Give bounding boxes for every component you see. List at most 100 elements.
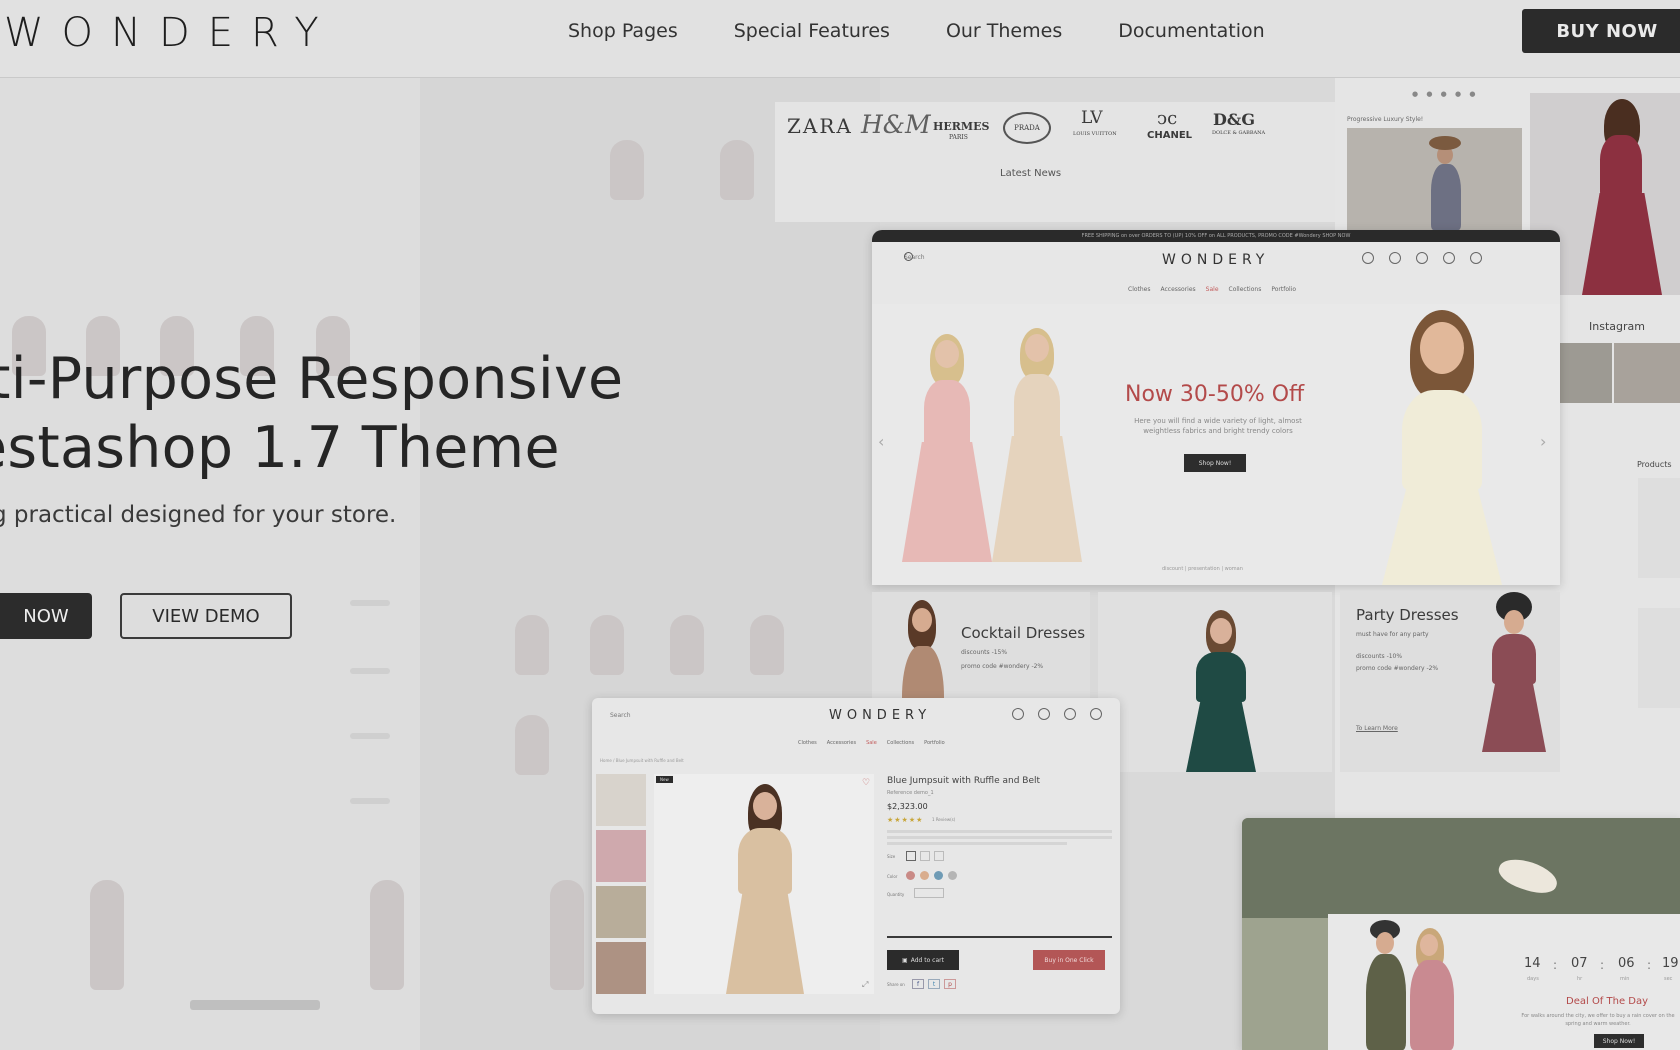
bg-thumb xyxy=(750,615,784,675)
thumb-2[interactable] xyxy=(596,830,646,882)
nav-our-themes[interactable]: Our Themes xyxy=(946,20,1062,42)
party-model-image xyxy=(1470,592,1552,772)
main-product-image[interactable]: New ♡ ⤢ xyxy=(654,774,874,994)
product-thumb[interactable] xyxy=(1638,608,1680,708)
menu-accessories[interactable]: Accessories xyxy=(827,740,856,746)
deal-panel: 14 : 07 : 06 : 19 days hr min sec Deal O… xyxy=(1328,914,1680,1050)
bg-thumb xyxy=(550,880,584,990)
breadcrumb[interactable]: Home / Blue Jumpsuit with Ruffle and Bel… xyxy=(600,758,684,763)
home-page-preview: FREE SHIPPING on over ORDERS TO (UP) 10%… xyxy=(872,230,1560,585)
product-search-field[interactable]: Search xyxy=(610,712,631,719)
add-to-cart-button[interactable]: ▣ Add to cart xyxy=(887,950,959,970)
wishlist-heart-icon[interactable]: ♡ xyxy=(862,778,870,788)
product-title: Blue Jumpsuit with Ruffle and Belt xyxy=(887,776,1041,786)
wishlist-icon[interactable] xyxy=(1443,252,1455,264)
wishlist-icon[interactable] xyxy=(1090,708,1102,720)
slider-prev-icon[interactable]: ‹ xyxy=(878,432,884,451)
learn-more-link[interactable]: To Learn More xyxy=(1356,724,1398,734)
quantity-label: Quantity xyxy=(887,892,905,897)
quantity-stepper[interactable] xyxy=(914,888,944,898)
buy-now-button[interactable]: BUY NOW xyxy=(1522,9,1680,53)
brand-prada: PRADA xyxy=(1003,112,1051,144)
site-header: WONDERY Shop Pages Special Features Our … xyxy=(0,0,1680,78)
menu-clothes[interactable]: Clothes xyxy=(1128,286,1151,293)
thumb-4[interactable] xyxy=(596,942,646,994)
cart-icon[interactable] xyxy=(1470,252,1482,264)
description-line xyxy=(887,836,1112,839)
menu-sale[interactable]: Sale xyxy=(866,740,877,746)
instagram-heading: Instagram xyxy=(1589,320,1645,333)
compare-icon[interactable] xyxy=(1064,708,1076,720)
instagram-thumb[interactable] xyxy=(1614,343,1680,403)
product-header-icons xyxy=(1012,708,1102,720)
brand-chanel: CHANEL xyxy=(1147,130,1193,141)
carousel-dots[interactable]: ● ● ● ● ● xyxy=(1412,90,1478,98)
buy-one-click-button[interactable]: Buy in One Click xyxy=(1033,950,1105,970)
buy-now-hero-button[interactable]: NOW xyxy=(0,593,92,639)
countdown-label-sec: sec xyxy=(1664,976,1673,982)
category-card-green[interactable] xyxy=(1098,592,1332,772)
compare-icon[interactable] xyxy=(1416,252,1428,264)
brand-dg: D&G xyxy=(1213,110,1255,129)
countdown-hours: 07 xyxy=(1571,956,1588,971)
hero-title-line2: estashop 1.7 Theme xyxy=(0,415,560,481)
deal-shop-now-button[interactable]: Shop Now! xyxy=(1594,1034,1644,1048)
countdown-label-days: days xyxy=(1527,976,1539,982)
countdown-label-hr: hr xyxy=(1577,976,1583,982)
mini-site-logo[interactable]: WONDERY xyxy=(1162,252,1269,268)
facebook-icon[interactable]: f xyxy=(912,979,924,989)
nav-shop-pages[interactable]: Shop Pages xyxy=(568,20,678,42)
menu-clothes[interactable]: Clothes xyxy=(798,740,817,746)
menu-portfolio[interactable]: Portfolio xyxy=(1271,286,1296,293)
nav-documentation[interactable]: Documentation xyxy=(1118,20,1264,42)
shop-now-button[interactable]: Shop Now! xyxy=(1184,454,1246,472)
menu-portfolio[interactable]: Portfolio xyxy=(924,740,945,746)
size-option[interactable] xyxy=(906,851,916,861)
settings-icon[interactable] xyxy=(1362,252,1374,264)
color-swatch-peach[interactable] xyxy=(920,871,929,880)
promo-title: Now 30-50% Off xyxy=(1125,382,1305,407)
divider xyxy=(887,936,1112,938)
bg-thumb xyxy=(590,615,624,675)
color-swatch-blue[interactable] xyxy=(934,871,943,880)
profile-icon[interactable] xyxy=(1038,708,1050,720)
cocktail-discount: discounts -15% xyxy=(961,649,1008,656)
view-demo-button[interactable]: VIEW DEMO xyxy=(120,593,292,639)
bg-thumb xyxy=(610,140,644,200)
brand-lv-sub: LOUIS VUITTON xyxy=(1073,131,1117,137)
thumb-3[interactable] xyxy=(596,886,646,938)
hero-title-line1: lti-Purpose Responsive xyxy=(0,346,624,412)
twitter-icon[interactable]: t xyxy=(928,979,940,989)
pinterest-icon[interactable]: p xyxy=(944,979,956,989)
category-card-party[interactable]: Party Dresses must have for any party di… xyxy=(1340,592,1560,772)
settings-icon[interactable] xyxy=(1012,708,1024,720)
menu-sale[interactable]: Sale xyxy=(1206,286,1219,293)
field-image xyxy=(1242,918,1328,1050)
thumb-1[interactable] xyxy=(596,774,646,826)
color-swatch-grey[interactable] xyxy=(948,871,957,880)
deal-models-image xyxy=(1354,920,1484,1050)
mini-menu: Clothes Accessories Sale Collections Por… xyxy=(1128,286,1296,293)
countdown-days: 14 xyxy=(1524,956,1541,971)
countdown-minutes: 06 xyxy=(1618,956,1635,971)
rating-stars: ★★★★★ xyxy=(887,816,924,824)
menu-accessories[interactable]: Accessories xyxy=(1161,286,1196,293)
product-thumb[interactable] xyxy=(1638,478,1680,578)
countdown-label-min: min xyxy=(1620,976,1630,982)
menu-collections[interactable]: Collections xyxy=(1229,286,1262,293)
zoom-icon[interactable]: ⤢ xyxy=(862,980,868,990)
nav-special-features[interactable]: Special Features xyxy=(734,20,890,42)
menu-collections[interactable]: Collections xyxy=(887,740,914,746)
site-logo[interactable]: WONDERY xyxy=(4,10,337,56)
product-site-logo[interactable]: WONDERY xyxy=(829,708,931,723)
color-swatch-pink[interactable] xyxy=(906,871,915,880)
party-line2: discounts -10% xyxy=(1356,653,1403,660)
profile-icon[interactable] xyxy=(1389,252,1401,264)
description-line xyxy=(887,842,1067,845)
promo-topbar: FREE SHIPPING on over ORDERS TO (UP) 10%… xyxy=(872,230,1560,242)
instagram-thumb[interactable] xyxy=(1560,343,1612,403)
bg-line xyxy=(350,600,390,606)
size-option[interactable] xyxy=(934,851,944,861)
reviews-count[interactable]: 1 Review(s) xyxy=(932,817,955,822)
size-option[interactable] xyxy=(920,851,930,861)
